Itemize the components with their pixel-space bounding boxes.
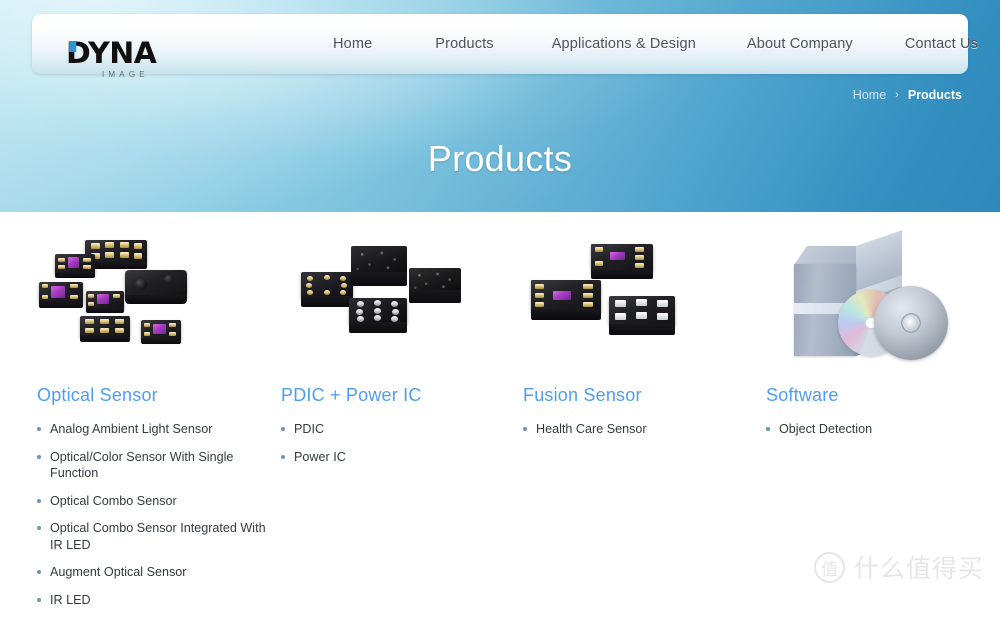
- list-item[interactable]: Optical Combo Sensor: [37, 493, 267, 510]
- logo-wordmark: DYNA: [66, 36, 157, 70]
- product-item-list: Health Care Sensor: [523, 421, 753, 438]
- list-item[interactable]: Power IC: [281, 449, 511, 466]
- product-category-fusion-sensor: Fusion Sensor Health Care Sensor: [523, 212, 753, 449]
- list-item[interactable]: Augment Optical Sensor: [37, 564, 267, 581]
- product-item-list: PDIC Power IC: [281, 421, 511, 465]
- chip-fusion-pads: [609, 296, 675, 340]
- chip-proximity-module: [125, 270, 187, 306]
- chip-die-purple-4: [141, 320, 181, 346]
- watermark-text: 什么值得买: [853, 554, 984, 583]
- product-category-software: Software Object Detection: [766, 212, 981, 449]
- chip-speckled-top-1: [351, 246, 407, 290]
- logo-main-text: DYNA: [66, 36, 157, 70]
- nav-item-contact[interactable]: Contact Us: [905, 30, 978, 58]
- list-item[interactable]: Optical/Color Sensor With Single Functio…: [37, 449, 267, 482]
- list-item[interactable]: PDIC: [281, 421, 511, 438]
- nav-item-home[interactable]: Home: [333, 30, 372, 58]
- list-item[interactable]: Health Care Sensor: [523, 421, 753, 438]
- product-item-list: Analog Ambient Light Sensor Optical/Colo…: [37, 421, 267, 608]
- site-watermark: 值 什么值得买: [813, 549, 984, 585]
- list-item[interactable]: Analog Ambient Light Sensor: [37, 421, 267, 438]
- fusion-sensor-photo: [523, 236, 753, 361]
- logo-accent-square: [69, 41, 77, 52]
- product-heading[interactable]: Software: [766, 385, 981, 406]
- main-navigation-bar: DYNA IMAGE Home Products Applications & …: [32, 14, 978, 80]
- nav-item-applications[interactable]: Applications & Design: [552, 30, 696, 58]
- site-logo[interactable]: DYNA IMAGE: [66, 36, 236, 80]
- chip-gold-pad-array: [301, 272, 353, 310]
- software-box-cd-icon: [766, 230, 981, 361]
- product-heading[interactable]: Optical Sensor: [37, 385, 267, 406]
- nav-item-products[interactable]: Products: [435, 30, 493, 58]
- breadcrumb-link-home[interactable]: Home: [853, 88, 886, 102]
- product-item-list: Object Detection: [766, 421, 981, 438]
- chip-die-purple-2: [39, 282, 83, 310]
- cd-disc-gray: [874, 286, 948, 360]
- page-title: Products: [427, 138, 573, 179]
- chip-fusion-left: [531, 280, 601, 326]
- list-item[interactable]: Optical Combo Sensor Integrated With IR …: [37, 520, 267, 553]
- product-category-pdic-power-ic: PDIC + Power IC PDIC Power IC: [281, 212, 511, 476]
- breadcrumb-current-page: Products: [907, 88, 962, 102]
- chevron-right-icon: ›: [895, 89, 899, 101]
- pdic-power-ic-photo: [281, 236, 511, 361]
- list-item[interactable]: Object Detection: [766, 421, 981, 438]
- chip-die-purple-3: [86, 291, 124, 315]
- nav-item-about[interactable]: About Company: [747, 30, 853, 58]
- breadcrumb: Home › Products: [853, 88, 962, 102]
- chip-speckled-top-2: [409, 268, 461, 308]
- product-heading[interactable]: PDIC + Power IC: [281, 385, 511, 406]
- chip-fusion-top: [591, 244, 653, 284]
- chip-pads-only: [80, 316, 130, 344]
- logo-sub-text: IMAGE: [102, 70, 149, 79]
- list-item[interactable]: IR LED: [37, 592, 267, 609]
- chip-die-purple-1: [55, 254, 95, 280]
- optical-sensor-photo: [37, 236, 267, 361]
- chip-silver-ball-grid: [349, 298, 407, 336]
- nav-links: Home Products Applications & Design Abou…: [302, 14, 978, 74]
- products-grid: Optical Sensor Analog Ambient Light Sens…: [0, 212, 1000, 607]
- product-heading[interactable]: Fusion Sensor: [523, 385, 753, 406]
- watermark-badge-icon: 值: [813, 551, 845, 583]
- product-category-optical-sensor: Optical Sensor Analog Ambient Light Sens…: [37, 212, 267, 619]
- hero-banner: DYNA IMAGE Home Products Applications & …: [0, 0, 1000, 212]
